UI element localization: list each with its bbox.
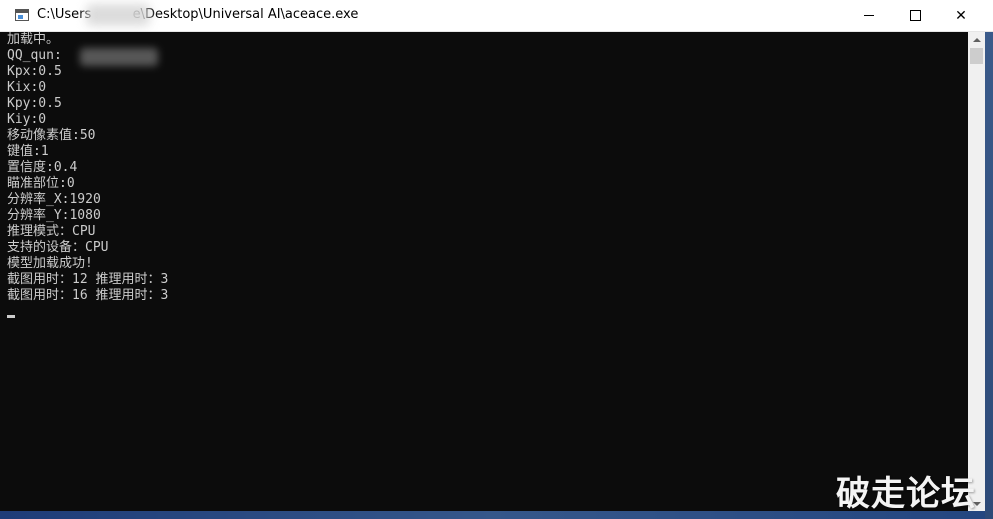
- scroll-up-button[interactable]: [968, 32, 985, 47]
- console-line: 移动像素值:50: [7, 128, 96, 143]
- console-output[interactable]: 加载中。 QQ_qun: Kpx:0.5 Kix:0 Kpy:0.5 Kiy:0…: [0, 32, 968, 519]
- desktop-background-edge: [985, 32, 993, 519]
- console-line: 分辨率_X:1920: [7, 192, 101, 207]
- console-line: 推理模式：CPU: [7, 224, 96, 239]
- vertical-scrollbar[interactable]: [968, 32, 985, 511]
- console-line: 分辨率_Y:1080: [7, 208, 101, 223]
- console-line: 瞄准部位:0: [7, 176, 75, 191]
- minimize-button[interactable]: [846, 0, 892, 31]
- console-line: 支持的设备：CPU: [7, 240, 109, 255]
- console-line: 加载中。: [7, 32, 60, 47]
- console-app-icon[interactable]: [15, 9, 29, 21]
- console-line: 模型加载成功!: [7, 256, 93, 271]
- minimize-icon: [864, 15, 874, 16]
- console-line: 键值:1: [7, 144, 49, 159]
- text-cursor: [7, 315, 15, 318]
- scrollbar-thumb[interactable]: [970, 48, 983, 64]
- console-line: 置信度:0.4: [7, 160, 78, 175]
- redacted-username: [86, 4, 150, 26]
- console-line: 截图用时：12 推理用时：3: [7, 272, 169, 287]
- console-line: Kiy:0: [7, 112, 47, 127]
- maximize-button[interactable]: [892, 0, 938, 31]
- console-line: QQ_qun:: [7, 48, 62, 63]
- close-button[interactable]: ✕: [938, 0, 984, 31]
- redacted-qq-number: [80, 48, 158, 66]
- watermark: 破走论坛: [836, 474, 976, 514]
- console-window: C:\Users e\Desktop\Universal AI\aceace.e…: [0, 0, 993, 519]
- close-icon: ✕: [955, 7, 967, 24]
- maximize-icon: [909, 10, 921, 21]
- scroll-up-arrow-icon: [972, 37, 981, 42]
- console-line: 截图用时：16 推理用时：3: [7, 288, 169, 303]
- console-line: Kix:0: [7, 80, 47, 95]
- console-line: Kpx:0.5: [7, 64, 62, 79]
- title-bar[interactable]: C:\Users e\Desktop\Universal AI\aceace.e…: [0, 0, 993, 32]
- console-line: Kpy:0.5: [7, 96, 62, 111]
